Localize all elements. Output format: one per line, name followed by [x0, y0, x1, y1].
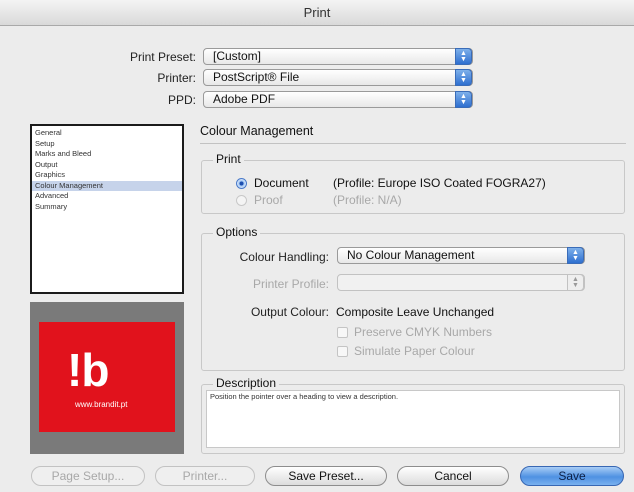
- ppd-select[interactable]: Adobe PDF ▲ ▼: [203, 91, 473, 108]
- sidebar-item-setup[interactable]: Setup: [32, 139, 182, 150]
- description-label: Description: [213, 376, 280, 390]
- category-list: General Setup Marks and Bleed Output Gra…: [30, 124, 184, 294]
- preserve-cmyk-label[interactable]: Preserve CMYK Numbers: [354, 325, 492, 339]
- simulate-paper-label[interactable]: Simulate Paper Colour: [354, 344, 475, 358]
- panel-title: Colour Management: [200, 124, 314, 138]
- printer-button[interactable]: Printer...: [155, 466, 255, 486]
- output-colour-value: Composite Leave Unchanged: [336, 305, 495, 319]
- sidebar-item-marks-and-bleed[interactable]: Marks and Bleed: [32, 149, 182, 160]
- sidebar-item-output[interactable]: Output: [32, 160, 182, 171]
- logo-mark: !b: [67, 344, 109, 396]
- brand-logo: !b www.brandit.pt: [39, 322, 175, 432]
- title-divider: [200, 143, 626, 144]
- document-label[interactable]: Document: [254, 176, 309, 190]
- print-group-label: Print: [213, 152, 244, 166]
- popup-arrows-icon: ▲ ▼: [567, 247, 584, 264]
- printer-profile-label: Printer Profile:: [252, 277, 329, 291]
- print-preset-value: [Custom]: [213, 49, 262, 63]
- colour-handling-value: No Colour Management: [347, 248, 475, 262]
- proof-radio[interactable]: [236, 195, 247, 206]
- colour-handling-select[interactable]: No Colour Management ▲ ▼: [337, 247, 585, 264]
- description-text: Position the pointer over a heading to v…: [210, 392, 399, 401]
- document-profile: (Profile: Europe ISO Coated FOGRA27): [333, 176, 546, 190]
- printer-value: PostScript® File: [213, 70, 300, 84]
- printer-profile-select[interactable]: ▲ ▼: [337, 274, 585, 291]
- output-colour-label: Output Colour:: [250, 305, 329, 319]
- logo-url: www.brandit.pt: [75, 400, 128, 409]
- proof-label[interactable]: Proof: [254, 193, 283, 207]
- window-title: Print: [0, 0, 634, 26]
- ppd-label: PPD:: [167, 93, 196, 107]
- sidebar-item-general[interactable]: General: [32, 128, 182, 139]
- sidebar-item-summary[interactable]: Summary: [32, 202, 182, 213]
- simulate-paper-checkbox[interactable]: [337, 346, 348, 357]
- print-preset-label: Print Preset:: [129, 50, 196, 64]
- sidebar-item-graphics[interactable]: Graphics: [32, 170, 182, 181]
- description-box: Position the pointer over a heading to v…: [206, 390, 620, 448]
- page-setup-button[interactable]: Page Setup...: [31, 466, 145, 486]
- cancel-button[interactable]: Cancel: [397, 466, 509, 486]
- document-radio[interactable]: [236, 178, 247, 189]
- preserve-cmyk-checkbox[interactable]: [337, 327, 348, 338]
- popup-arrows-icon: ▲ ▼: [567, 274, 584, 291]
- save-button[interactable]: Save: [520, 466, 624, 486]
- printer-select[interactable]: PostScript® File ▲ ▼: [203, 69, 473, 86]
- popup-arrows-icon: ▲ ▼: [455, 91, 472, 108]
- proof-profile: (Profile: N/A): [333, 193, 402, 207]
- save-preset-button[interactable]: Save Preset...: [265, 466, 387, 486]
- page-preview: !b www.brandit.pt: [30, 302, 184, 454]
- ppd-value: Adobe PDF: [213, 92, 276, 106]
- colour-handling-label: Colour Handling:: [239, 250, 329, 264]
- options-group-label: Options: [213, 225, 261, 239]
- sidebar-item-advanced[interactable]: Advanced: [32, 191, 182, 202]
- popup-arrows-icon: ▲ ▼: [455, 69, 472, 86]
- printer-label: Printer:: [157, 71, 196, 85]
- popup-arrows-icon: ▲ ▼: [455, 48, 472, 65]
- print-preset-select[interactable]: [Custom] ▲ ▼: [203, 48, 473, 65]
- sidebar-item-colour-management[interactable]: Colour Management: [32, 180, 182, 191]
